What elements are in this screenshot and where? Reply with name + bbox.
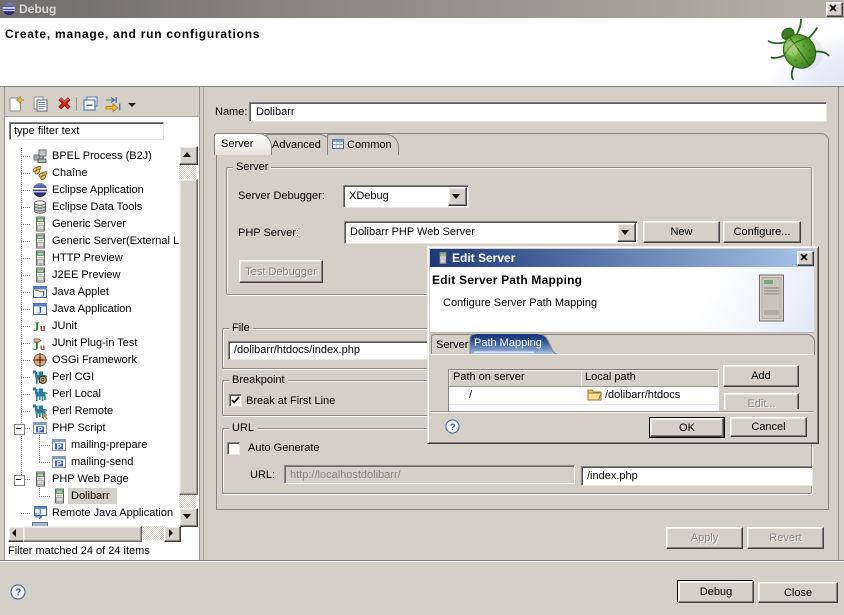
svg-text:?: ? [15, 588, 21, 599]
svg-text:?: ? [450, 422, 456, 432]
